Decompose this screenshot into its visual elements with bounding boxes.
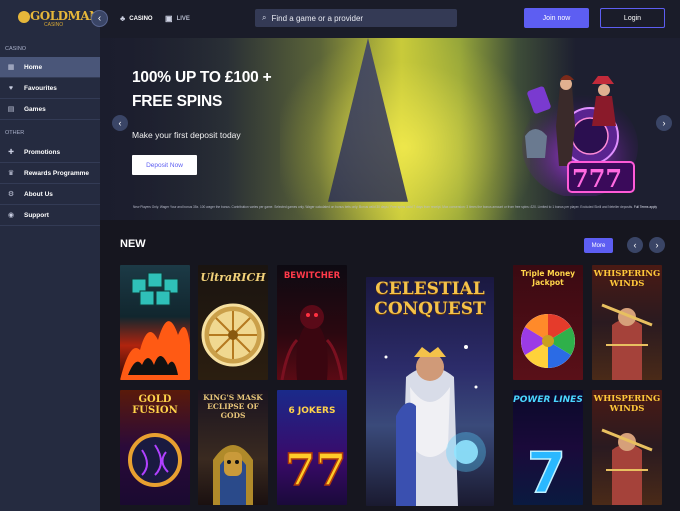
heart-icon: ♥ — [8, 84, 14, 92]
hero-title-line1: 100% UP TO £100 + — [132, 69, 272, 86]
game-art-whispering — [601, 303, 653, 380]
terms-link[interactable]: Full Terms apply — [634, 205, 657, 209]
hero-title: 100% UP TO £100 + FREE SPINS — [132, 66, 272, 114]
game-art-kingsmask — [213, 445, 253, 505]
grid-icon: ▦ — [7, 64, 15, 71]
sidebar: GOLDMAN CASINO CASINO ▦ Home ♥ Favourite… — [0, 0, 100, 511]
sidebar-item-rewards[interactable]: ♛ Rewards Programme — [0, 163, 100, 184]
logo-icon — [18, 11, 30, 23]
game-art-goldfusion — [128, 433, 182, 487]
terms-text: New Players Only. Wager Your and bonus 3… — [133, 205, 673, 209]
game-art-powerlines: 7 — [526, 440, 566, 505]
svg-text:77: 77 — [285, 445, 346, 496]
sidebar-item-label: Rewards Programme — [24, 169, 90, 177]
chevron-left-icon: ‹ — [118, 118, 122, 128]
hero-next-button[interactable]: › — [656, 115, 672, 131]
game-tile[interactable]: 6 JOKERS 77 — [277, 390, 347, 505]
terms-body: New Players Only. Wager Your and bonus 3… — [133, 205, 633, 209]
game-tile[interactable]: GOLD FUSION — [120, 390, 190, 505]
game-art-bewitcher — [280, 305, 344, 380]
chevron-left-icon: ‹ — [97, 13, 102, 24]
game-art-triple — [521, 314, 575, 368]
sidebar-item-home[interactable]: ▦ Home — [0, 57, 100, 78]
game-art-celestial — [384, 345, 486, 506]
sidebar-item-label: Favourites — [24, 84, 57, 92]
join-now-button[interactable]: Join now — [524, 8, 589, 28]
game-tile[interactable]: KING'S MASK ECLIPSE OF GODS — [198, 390, 268, 505]
game-art-skulls — [120, 272, 190, 380]
tab-casino[interactable]: ♣ CASINO — [120, 14, 153, 23]
tab-casino-label: CASINO — [129, 15, 153, 22]
hero-prev-button[interactable]: ‹ — [112, 115, 128, 131]
brand-logo[interactable]: GOLDMAN CASINO — [14, 9, 100, 31]
tab-live[interactable]: ▣ LIVE — [165, 14, 190, 23]
more-button[interactable]: More — [584, 238, 613, 253]
game-tile[interactable]: UltraRICH — [198, 265, 268, 380]
game-tile[interactable] — [120, 265, 190, 380]
logo-subtext: CASINO — [44, 22, 64, 28]
sidebar-item-label: Home — [24, 63, 43, 71]
game-tile[interactable]: WHISPERING WINDS — [592, 390, 662, 505]
deposit-now-button[interactable]: Deposit Now — [132, 155, 197, 175]
club-icon: ♣ — [120, 14, 126, 23]
svg-text:777: 777 — [572, 164, 622, 193]
support-icon: ◉ — [7, 212, 15, 219]
sidebar-item-favourites[interactable]: ♥ Favourites — [0, 78, 100, 99]
hero-subtitle: Make your first deposit today — [132, 130, 241, 140]
chevron-left-icon: ‹ — [633, 240, 637, 250]
login-button[interactable]: Login — [600, 8, 665, 28]
tab-live-label: LIVE — [176, 15, 190, 22]
search-icon: ⌕ — [262, 13, 267, 22]
games-next-button[interactable]: › — [649, 237, 665, 253]
hero-artwork: 777 — [522, 75, 638, 196]
game-tile[interactable]: BEWITCHER — [277, 265, 347, 380]
sidebar-item-promotions[interactable]: ✚ Promotions — [0, 142, 100, 163]
gift-icon: ✚ — [8, 149, 14, 156]
sidebar-item-label: Support — [24, 211, 49, 219]
game-art-jokers: 77 — [284, 444, 347, 497]
games-icon: ▤ — [7, 106, 15, 113]
trophy-icon: ♛ — [7, 170, 15, 177]
sidebar-item-about[interactable]: ⚙ About Us — [0, 184, 100, 205]
search-bar[interactable]: ⌕ — [255, 9, 457, 27]
game-tile[interactable]: WHISPERING WINDS — [592, 265, 662, 380]
game-art-wheel — [201, 303, 265, 367]
chevron-right-icon: › — [655, 240, 659, 250]
hero-title-line2: FREE SPINS — [132, 93, 223, 110]
sidebar-item-label: Games — [24, 105, 46, 113]
live-icon: ▣ — [165, 14, 173, 23]
topbar: ♣ CASINO ▣ LIVE ⌕ Join now Login — [100, 0, 680, 38]
hero-banner: 100% UP TO £100 + FREE SPINS Make your f… — [100, 38, 680, 220]
section-label-other: OTHER — [5, 130, 25, 136]
game-tile[interactable]: POWER LINES 7 — [513, 390, 583, 505]
search-input[interactable] — [271, 13, 442, 23]
section-title-new: NEW — [120, 238, 146, 250]
sidebar-collapse-button[interactable]: ‹ — [91, 10, 108, 27]
svg-text:7: 7 — [527, 441, 566, 505]
section-label-casino: CASINO — [5, 46, 27, 52]
game-tile-featured[interactable]: CELESTIAL CONQUEST — [366, 277, 494, 506]
game-tile[interactable]: Triple Money Jackpot — [513, 265, 583, 380]
chevron-right-icon: › — [662, 118, 666, 128]
sidebar-item-support[interactable]: ◉ Support — [0, 205, 100, 226]
sidebar-item-label: Promotions — [24, 148, 61, 156]
gear-icon: ⚙ — [7, 191, 15, 198]
sidebar-item-label: About Us — [24, 190, 53, 198]
game-art-whispering — [601, 428, 653, 505]
sidebar-item-games[interactable]: ▤ Games — [0, 99, 100, 120]
logo-text: GOLDMAN — [30, 9, 100, 23]
games-prev-button[interactable]: ‹ — [627, 237, 643, 253]
